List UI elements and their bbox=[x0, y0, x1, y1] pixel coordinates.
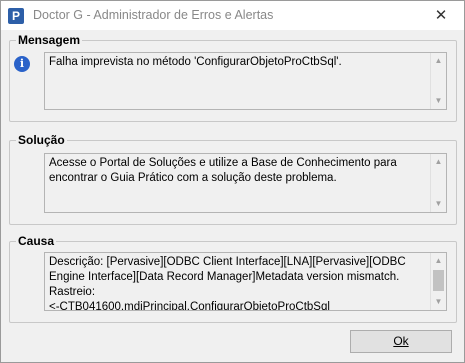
ok-button-label: Ok bbox=[393, 334, 409, 348]
solucao-scrollbar[interactable]: ▲ ▼ bbox=[430, 154, 446, 212]
scroll-up-icon[interactable]: ▲ bbox=[431, 155, 446, 169]
info-icon: i bbox=[14, 56, 30, 72]
causa-label: Causa bbox=[16, 233, 57, 249]
scroll-up-icon[interactable]: ▲ bbox=[431, 254, 446, 268]
causa-text: Descrição: [Pervasive][ODBC Client Inter… bbox=[49, 256, 406, 311]
solucao-label: Solução bbox=[16, 132, 67, 148]
close-button[interactable]: ✕ bbox=[418, 1, 464, 30]
scroll-thumb[interactable] bbox=[433, 270, 444, 291]
window-title: Doctor G - Administrador de Erros e Aler… bbox=[33, 8, 274, 22]
app-logo-icon: P bbox=[8, 8, 24, 24]
causa-scrollbar[interactable]: ▲ ▼ bbox=[430, 253, 446, 310]
mensagem-scrollbar[interactable]: ▲ ▼ bbox=[430, 53, 446, 109]
causa-text-box[interactable]: Descrição: [Pervasive][ODBC Client Inter… bbox=[44, 252, 447, 311]
scroll-down-icon[interactable]: ▼ bbox=[431, 295, 446, 309]
ok-button[interactable]: Ok bbox=[350, 330, 452, 353]
dialog-window: P Doctor G - Administrador de Erros e Al… bbox=[0, 0, 465, 363]
mensagem-label: Mensagem bbox=[16, 32, 83, 48]
scroll-down-icon[interactable]: ▼ bbox=[431, 94, 446, 108]
scroll-up-icon[interactable]: ▲ bbox=[431, 54, 446, 68]
mensagem-text: Falha imprevista no método 'ConfigurarOb… bbox=[49, 56, 342, 68]
solucao-text: Acesse o Portal de Soluções e utilize a … bbox=[49, 157, 400, 184]
title-bar[interactable]: P Doctor G - Administrador de Erros e Al… bbox=[1, 1, 464, 30]
solucao-text-box[interactable]: Acesse o Portal de Soluções e utilize a … bbox=[44, 153, 447, 213]
close-icon: ✕ bbox=[434, 7, 448, 24]
mensagem-text-box[interactable]: Falha imprevista no método 'ConfigurarOb… bbox=[44, 52, 447, 110]
scroll-down-icon[interactable]: ▼ bbox=[431, 197, 446, 211]
